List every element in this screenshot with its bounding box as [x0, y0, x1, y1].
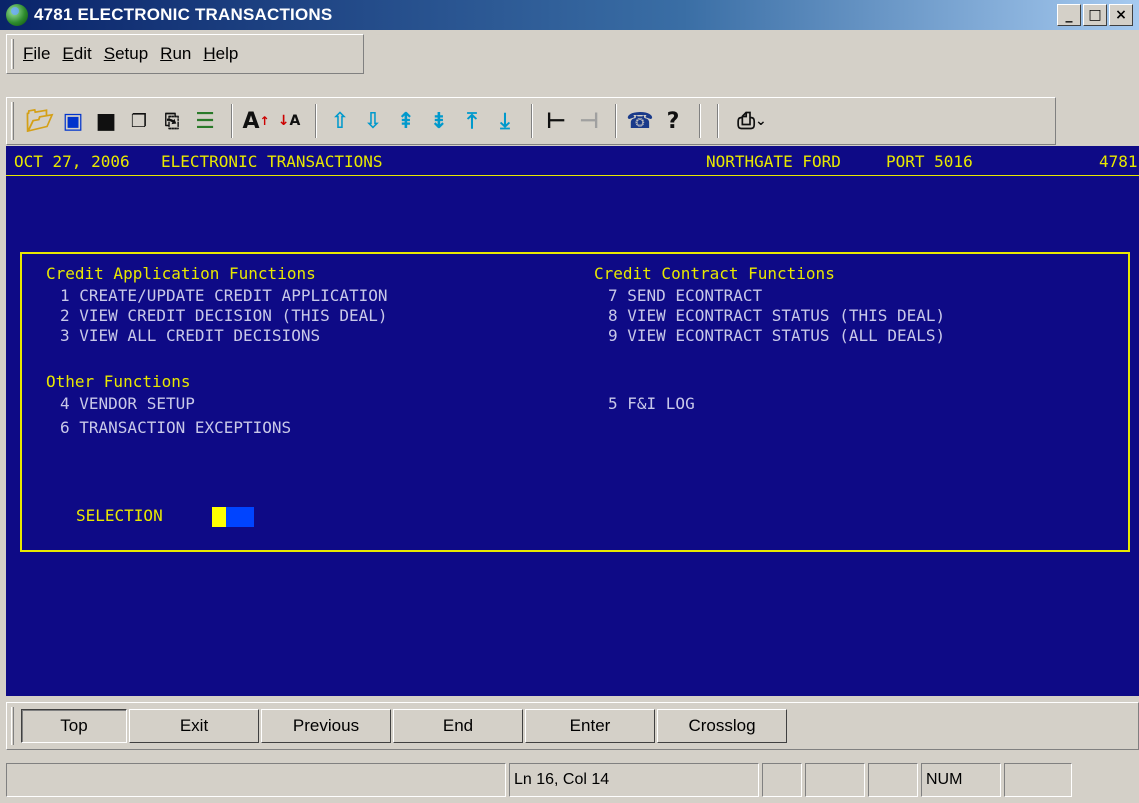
function-key-bar: Top Exit Previous End Enter Crosslog — [6, 702, 1139, 750]
menu-option-9[interactable]: 9 VIEW ECONTRACT STATUS (ALL DEALS) — [608, 326, 945, 345]
header-store: 4781 — [1099, 152, 1138, 171]
credit-app-heading: Credit Application Functions — [46, 264, 316, 283]
menu-edit[interactable]: Edit — [62, 44, 91, 64]
phone-icon[interactable]: ☎ — [625, 105, 655, 137]
window-controls: _ □ × — [1057, 4, 1133, 26]
top-button[interactable]: Top — [21, 709, 127, 743]
toolbar-separator — [531, 104, 533, 138]
font-larger-icon[interactable]: A ↑ — [241, 105, 271, 137]
status-panel — [762, 763, 802, 797]
status-panel — [805, 763, 865, 797]
menu-bar: File Edit Setup Run Help — [6, 34, 364, 74]
previous-button[interactable]: Previous — [261, 709, 391, 743]
copy-icon[interactable]: ❐ — [124, 105, 154, 137]
toolbar-grip[interactable] — [11, 102, 14, 140]
header-dealer: NORTHGATE FORD — [706, 152, 841, 171]
header-port: PORT 5016 — [886, 152, 973, 171]
function-menu-box: Credit Application Functions 1 CREATE/UP… — [20, 252, 1130, 552]
toolbar-separator — [315, 104, 317, 138]
maximize-button[interactable]: □ — [1083, 4, 1107, 26]
menu-option-5[interactable]: 5 F&I LOG — [608, 394, 695, 413]
paste-icon[interactable]: ⎘ — [157, 105, 187, 137]
menu-option-6[interactable]: 6 TRANSACTION EXCEPTIONS — [60, 418, 291, 437]
close-button[interactable]: × — [1109, 4, 1133, 26]
connect-icon[interactable]: ⊢ — [541, 105, 571, 137]
title-bar: 4781 ELECTRONIC TRANSACTIONS _ □ × — [0, 0, 1139, 30]
arrow-up-icon[interactable]: ⇧ — [325, 105, 355, 137]
screen-icon[interactable]: ▣ — [58, 105, 88, 137]
menu-option-2[interactable]: 2 VIEW CREDIT DECISION (THIS DEAL) — [60, 306, 388, 325]
fkey-grip[interactable] — [11, 707, 14, 745]
exit-button[interactable]: Exit — [129, 709, 259, 743]
font-smaller-icon[interactable]: ↓ A — [274, 105, 304, 137]
menu-grip[interactable] — [11, 39, 14, 69]
menu-option-4[interactable]: 4 VENDOR SETUP — [60, 394, 195, 413]
credit-contract-heading: Credit Contract Functions — [594, 264, 835, 283]
header-date: OCT 27, 2006 — [14, 152, 130, 171]
selection-cursor[interactable] — [212, 507, 226, 527]
cursor-position: Ln 16, Col 14 — [509, 763, 759, 797]
menu-setup[interactable]: Setup — [104, 44, 148, 64]
toolbar-separator — [615, 104, 617, 138]
toolbar: 📂︎ ▣ ■ ❐ ⎘ ☰ A ↑ ↓ A ⇧ ⇩ ⇞ ⇟ ⤒ ⤓ ⊢ ⊣ ☎ ? ⎙… — [6, 97, 1056, 145]
app-globe-icon[interactable] — [6, 4, 28, 26]
other-functions-heading: Other Functions — [46, 372, 191, 391]
help-icon[interactable]: ? — [658, 105, 688, 137]
screen-header: OCT 27, 2006 ELECTRONIC TRANSACTIONS NOR… — [6, 146, 1139, 176]
crosslog-button[interactable]: Crosslog — [657, 709, 787, 743]
arrow-down-icon[interactable]: ⇩ — [358, 105, 388, 137]
menu-option-1[interactable]: 1 CREATE/UPDATE CREDIT APPLICATION — [60, 286, 388, 305]
menu-run[interactable]: Run — [160, 44, 191, 64]
enter-button[interactable]: Enter — [525, 709, 655, 743]
page-down-icon[interactable]: ⇟ — [424, 105, 454, 137]
page-up-icon[interactable]: ⇞ — [391, 105, 421, 137]
open-folder-icon[interactable]: 📂︎ — [25, 105, 55, 137]
toolbar-separator — [231, 104, 233, 138]
status-bar: Ln 16, Col 14 NUM — [6, 763, 1139, 797]
status-panel — [868, 763, 918, 797]
resize-grip[interactable] — [1004, 763, 1072, 797]
end-button[interactable]: End — [393, 709, 523, 743]
menu-file[interactable]: File — [23, 44, 50, 64]
toolbar-separator — [699, 104, 701, 138]
menu-option-3[interactable]: 3 VIEW ALL CREDIT DECISIONS — [60, 326, 320, 345]
selection-label: SELECTION — [76, 506, 163, 525]
save-icon[interactable]: ■ — [91, 105, 121, 137]
menu-option-8[interactable]: 8 VIEW ECONTRACT STATUS (THIS DEAL) — [608, 306, 945, 325]
status-message-panel — [6, 763, 506, 797]
selection-input-field[interactable] — [226, 507, 254, 527]
printer-icon[interactable]: ⎙ ⌄ — [727, 105, 777, 137]
disconnect-icon[interactable]: ⊣ — [574, 105, 604, 137]
num-lock-indicator: NUM — [921, 763, 1001, 797]
clipboard-list-icon[interactable]: ☰ — [190, 105, 220, 137]
minimize-button[interactable]: _ — [1057, 4, 1081, 26]
toolbar-separator — [717, 104, 719, 138]
terminal-screen[interactable]: OCT 27, 2006 ELECTRONIC TRANSACTIONS NOR… — [6, 146, 1139, 696]
top-icon[interactable]: ⤒ — [457, 105, 487, 137]
window-title: 4781 ELECTRONIC TRANSACTIONS — [34, 5, 333, 24]
menu-option-7[interactable]: 7 SEND ECONTRACT — [608, 286, 762, 305]
menu-help[interactable]: Help — [203, 44, 238, 64]
bottom-icon[interactable]: ⤓ — [490, 105, 520, 137]
header-title: ELECTRONIC TRANSACTIONS — [161, 152, 383, 171]
